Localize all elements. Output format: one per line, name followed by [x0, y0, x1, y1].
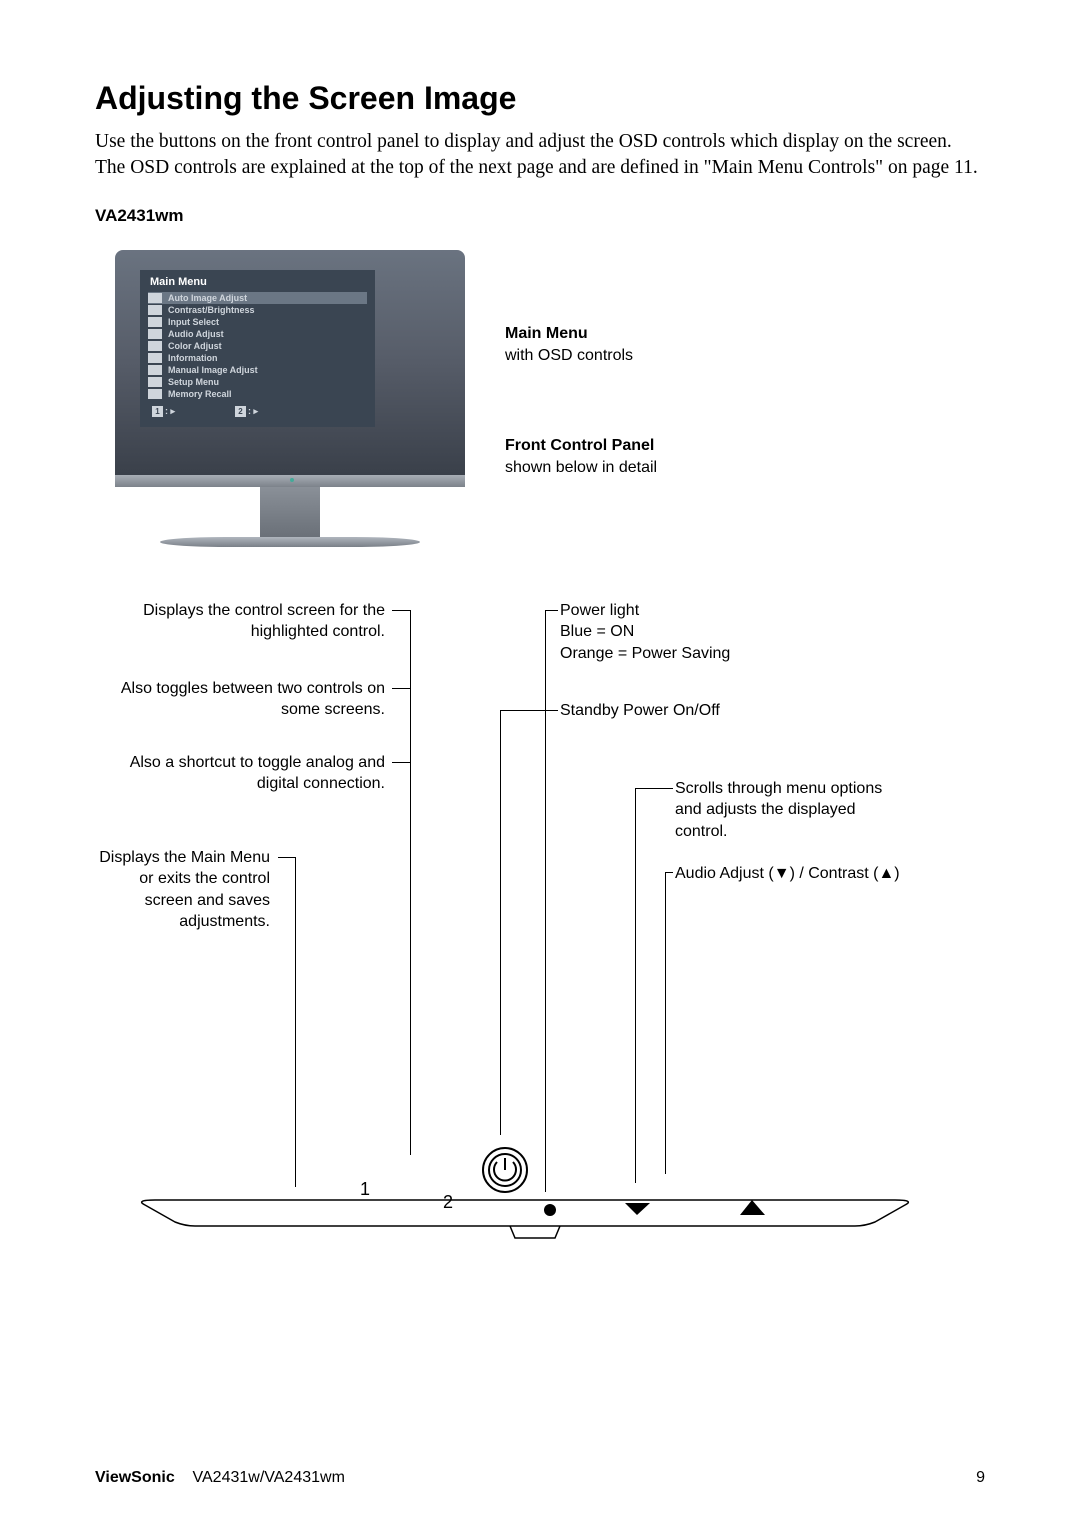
power-light-orange: Orange = Power Saving: [560, 643, 730, 665]
osd-title: Main Menu: [148, 276, 367, 288]
button-2-label: 2: [443, 1192, 453, 1212]
power-light-blue: Blue = ON: [560, 621, 730, 643]
osd-icon: [148, 377, 162, 387]
model-label: VA2431wm: [95, 206, 985, 226]
osd-item-label: Manual Image Adjust: [168, 365, 258, 375]
main-menu-title: Main Menu: [505, 325, 657, 343]
down-arrow-icon: [625, 1203, 650, 1215]
intro-text: Use the buttons on the front control pan…: [95, 129, 985, 182]
power-light-label: Power light: [560, 600, 730, 622]
button-1-label: 1: [360, 1179, 370, 1199]
callout-scrolls: Scrolls through menu options and adjusts…: [675, 778, 895, 843]
osd-item: Color Adjust: [148, 340, 367, 352]
osd-icon: [148, 353, 162, 363]
connector-line: [635, 788, 673, 789]
monitor-base: [160, 537, 420, 547]
osd-item: Setup Menu: [148, 376, 367, 388]
connector-line: [278, 857, 295, 858]
front-panel-sub: shown below in detail: [505, 459, 657, 477]
osd-item-label: Color Adjust: [168, 341, 222, 351]
osd-icon: [148, 305, 162, 315]
callout-main-menu-exit: Displays the Main Menu or exits the cont…: [95, 847, 270, 933]
osd-item-label: Audio Adjust: [168, 329, 224, 339]
page-footer: ViewSonic VA2431w/VA2431wm 9: [95, 1469, 985, 1487]
connector-line: [500, 710, 501, 1135]
monitor-bezel: [115, 475, 465, 487]
connector-line: [392, 688, 410, 689]
osd-panel: Main Menu Auto Image Adjust Contrast/Bri…: [140, 270, 375, 427]
callout-power-light: Power light Blue = ON Orange = Power Sav…: [560, 600, 730, 665]
osd-item-label: Setup Menu: [168, 377, 219, 387]
footer-models: VA2431w/VA2431wm: [193, 1469, 345, 1486]
callout-toggle-controls: Also toggles between two controls on som…: [95, 678, 385, 721]
connector-line: [545, 610, 546, 1192]
osd-footer-num: 2: [235, 406, 246, 417]
monitor-screen: Main Menu Auto Image Adjust Contrast/Bri…: [115, 250, 465, 475]
osd-icon: [148, 341, 162, 351]
side-labels: Main Menu with OSD controls Front Contro…: [505, 325, 657, 549]
osd-item: Auto Image Adjust: [148, 292, 367, 304]
osd-icon: [148, 365, 162, 375]
osd-item: Information: [148, 352, 367, 364]
osd-item-label: Contrast/Brightness: [168, 305, 255, 315]
connector-line: [500, 710, 558, 711]
callout-analog-digital: Also a shortcut to toggle analog and dig…: [95, 752, 385, 795]
osd-item-label: Auto Image Adjust: [168, 293, 247, 303]
page-title: Adjusting the Screen Image: [95, 80, 985, 117]
footer-brand: ViewSonic: [95, 1469, 175, 1486]
osd-item-label: Information: [168, 353, 218, 363]
callout-audio-contrast: Audio Adjust (▼) / Contrast (▲): [675, 863, 900, 885]
connector-line: [392, 762, 410, 763]
front-panel-label: Front Control Panel shown below in detai…: [505, 437, 657, 477]
osd-icon: [148, 293, 162, 303]
up-arrow-icon: [740, 1200, 765, 1215]
connector-line: [665, 872, 673, 873]
monitor-illustration: Main Menu Auto Image Adjust Contrast/Bri…: [115, 250, 465, 540]
connector-line: [635, 788, 636, 1183]
front-panel-title: Front Control Panel: [505, 437, 657, 455]
osd-item: Input Select: [148, 316, 367, 328]
osd-footer-num: 1: [152, 406, 163, 417]
footer-left: ViewSonic VA2431w/VA2431wm: [95, 1469, 345, 1487]
power-led-icon: [544, 1204, 556, 1216]
osd-footer: 1: ▸ 2: ▸: [148, 406, 367, 417]
monitor-stand: [260, 487, 320, 537]
connector-line: [410, 610, 411, 1155]
osd-item: Audio Adjust: [148, 328, 367, 340]
diagram-section: Displays the control screen for the high…: [95, 600, 985, 1380]
osd-item: Contrast/Brightness: [148, 304, 367, 316]
osd-item-label: Memory Recall: [168, 389, 232, 399]
osd-icon: [148, 329, 162, 339]
callout-display-control: Displays the control screen for the high…: [95, 600, 385, 643]
osd-icon: [148, 317, 162, 327]
callout-standby: Standby Power On/Off: [560, 700, 720, 722]
main-menu-label: Main Menu with OSD controls: [505, 325, 657, 365]
front-panel-illustration: 1 2: [115, 1130, 935, 1260]
connector-line: [392, 610, 410, 611]
page-number: 9: [976, 1469, 985, 1487]
osd-footer-sep: : ▸: [248, 406, 258, 417]
main-menu-sub: with OSD controls: [505, 347, 657, 365]
connector-line: [665, 872, 666, 1174]
monitor-led-icon: [290, 478, 294, 482]
osd-item-label: Input Select: [168, 317, 219, 327]
osd-item: Memory Recall: [148, 388, 367, 400]
connector-line: [545, 610, 558, 611]
osd-icon: [148, 389, 162, 399]
osd-item: Manual Image Adjust: [148, 364, 367, 376]
monitor-section: Main Menu Auto Image Adjust Contrast/Bri…: [95, 250, 985, 560]
osd-footer-sep: : ▸: [165, 406, 175, 417]
